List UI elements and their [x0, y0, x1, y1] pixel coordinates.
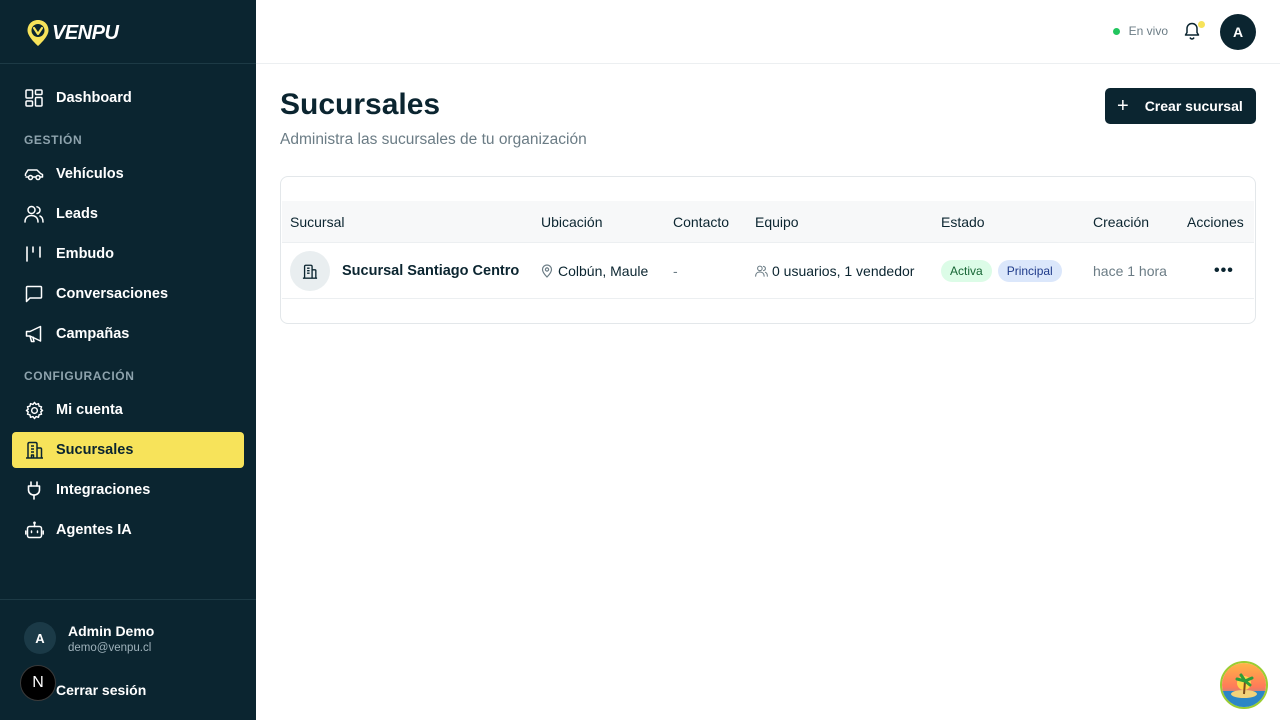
user-name: Admin Demo — [68, 622, 155, 639]
table-row[interactable]: Sucursal Santiago Centro Colbún, Maule -… — [282, 243, 1254, 299]
sidebar-item-mi-cuenta[interactable]: Mi cuenta — [12, 392, 244, 428]
section-label-gestion: GESTIÓN — [24, 133, 83, 147]
sidebar-item-label: Dashboard — [56, 90, 132, 106]
sidebar-item-label: Vehículos — [56, 166, 124, 182]
sidebar: VENPU Dashboard GESTIÓN Vehículos Leads … — [0, 0, 256, 720]
sidebar-item-label: Integraciones — [56, 482, 151, 498]
sidebar-item-label: Mi cuenta — [56, 402, 123, 418]
row-actions-cell: ••• — [1214, 243, 1234, 299]
sidebar-divider — [0, 63, 256, 64]
dev-tools-badge[interactable]: N — [20, 665, 56, 701]
sidebar-item-label: Sucursales — [56, 442, 134, 458]
island-icon — [1222, 663, 1266, 707]
branch-name[interactable]: Sucursal Santiago Centro — [342, 263, 519, 279]
status-badge: Activa — [941, 260, 992, 282]
sidebar-item-label: Campañas — [56, 326, 130, 342]
plus-icon: + — [1117, 95, 1129, 117]
avatar: A — [24, 622, 56, 654]
contact-cell: - — [673, 263, 678, 279]
column-header-sucursal[interactable]: Sucursal — [290, 214, 344, 230]
users-icon — [755, 265, 768, 277]
column-header-creacion[interactable]: Creación — [1093, 214, 1149, 230]
column-header-equipo[interactable]: Equipo — [755, 214, 799, 230]
logout-button[interactable]: Cerrar sesión — [56, 682, 146, 698]
branch-location: Colbún, Maule — [558, 263, 649, 279]
branches-table: Sucursal Ubicación Contacto Equipo Estad… — [280, 176, 1256, 324]
sidebar-item-label: Embudo — [56, 246, 114, 262]
user-menu-avatar[interactable]: A — [1220, 14, 1256, 50]
chat-icon — [24, 284, 44, 304]
status-cell: Activa Principal — [941, 243, 1068, 299]
building-icon — [290, 251, 330, 291]
sidebar-item-agentes-ia[interactable]: Agentes IA — [12, 512, 244, 548]
sidebar-item-campanas[interactable]: Campañas — [12, 316, 244, 352]
car-icon — [24, 164, 44, 184]
team-summary: 0 usuarios, 1 vendedor — [772, 263, 915, 279]
live-status: En vivo — [1112, 24, 1168, 38]
section-label-configuracion: CONFIGURACIÓN — [24, 369, 135, 383]
topbar: En vivo A — [256, 0, 1280, 64]
funnel-icon — [24, 244, 44, 264]
megaphone-icon — [24, 324, 44, 344]
current-user[interactable]: A Admin Demo demo@venpu.cl — [24, 622, 154, 654]
sidebar-item-label: Conversaciones — [56, 286, 169, 302]
more-actions-icon[interactable]: ••• — [1214, 262, 1234, 280]
building-icon — [24, 440, 44, 460]
table-header: Sucursal Ubicación Contacto Equipo Estad… — [282, 201, 1254, 243]
live-label: En vivo — [1128, 24, 1168, 38]
bot-icon — [24, 520, 44, 540]
sidebar-item-sucursales[interactable]: Sucursales — [12, 432, 244, 468]
user-email: demo@venpu.cl — [68, 641, 152, 654]
page-subtitle: Administra las sucursales de tu organiza… — [280, 131, 587, 148]
location-cell: Colbún, Maule — [541, 243, 648, 299]
live-dot-icon — [1112, 27, 1120, 35]
notification-dot — [1198, 21, 1205, 28]
branch-cell: Sucursal Santiago Centro — [290, 243, 519, 299]
sidebar-item-vehiculos[interactable]: Vehículos — [12, 156, 244, 192]
sidebar-item-label: Leads — [56, 206, 98, 222]
sidebar-item-conversaciones[interactable]: Conversaciones — [12, 276, 244, 312]
gear-icon — [24, 400, 44, 420]
sidebar-item-label: Agentes IA — [56, 522, 132, 538]
create-branch-label: Crear sucursal — [1144, 98, 1243, 114]
column-header-ubicacion[interactable]: Ubicación — [541, 214, 602, 230]
floating-assistant-button[interactable] — [1220, 661, 1268, 709]
plug-icon — [24, 480, 44, 500]
venpu-logo[interactable]: VENPU — [26, 18, 119, 48]
column-header-estado[interactable]: Estado — [941, 214, 985, 230]
page-title: Sucursales — [280, 88, 441, 121]
logo-pin-icon — [27, 20, 49, 46]
principal-badge: Principal — [997, 260, 1062, 282]
sidebar-item-integraciones[interactable]: Integraciones — [12, 472, 244, 508]
created-cell: hace 1 hora — [1093, 263, 1167, 279]
sidebar-item-embudo[interactable]: Embudo — [12, 236, 244, 272]
users-icon — [24, 204, 44, 224]
sidebar-footer-divider — [0, 599, 256, 600]
column-header-contacto[interactable]: Contacto — [673, 214, 729, 230]
team-cell: 0 usuarios, 1 vendedor — [755, 243, 914, 299]
sidebar-item-leads[interactable]: Leads — [12, 196, 244, 232]
create-branch-button[interactable]: + Crear sucursal — [1105, 88, 1256, 124]
column-header-acciones: Acciones — [1187, 214, 1244, 230]
dashboard-icon — [24, 88, 44, 108]
notifications-button[interactable] — [1184, 21, 1205, 42]
logo-text: VENPU — [52, 21, 119, 44]
map-pin-icon — [541, 264, 553, 278]
sidebar-item-dashboard[interactable]: Dashboard — [12, 80, 244, 116]
